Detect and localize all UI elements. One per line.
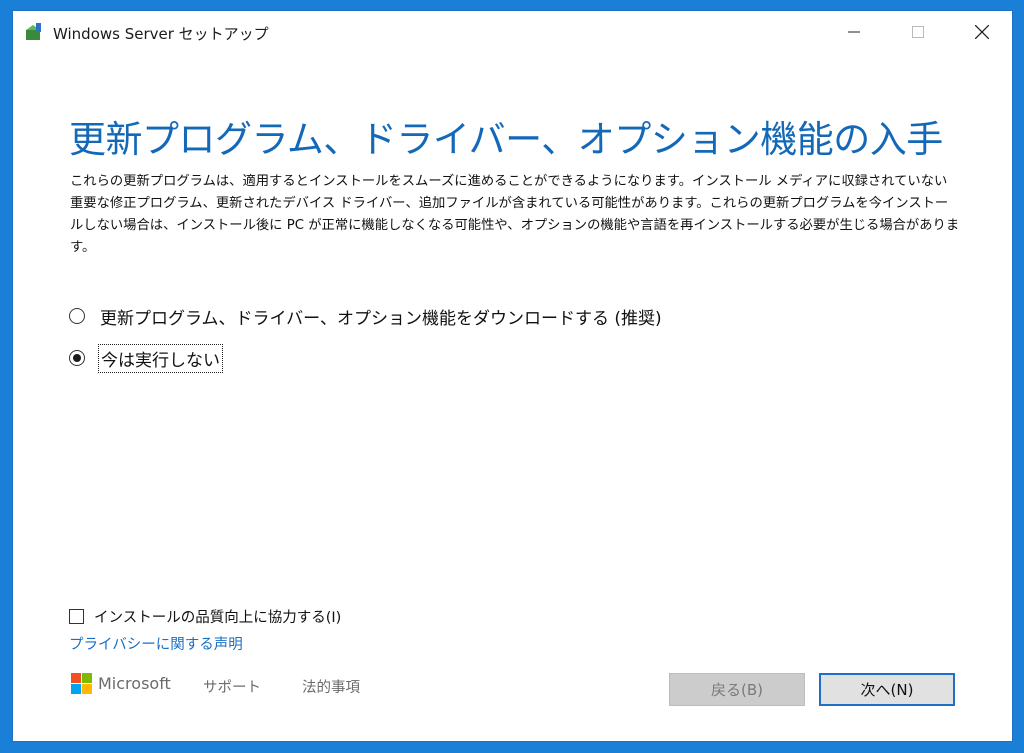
- legal-link[interactable]: 法的事項: [302, 676, 360, 697]
- privacy-statement-link[interactable]: プライバシーに関する声明: [69, 633, 243, 654]
- minimize-button[interactable]: [825, 11, 883, 53]
- next-button[interactable]: 次へ(N): [819, 673, 955, 706]
- improve-checkbox[interactable]: [69, 609, 84, 624]
- option-skip-label: 今は実行しない: [98, 343, 223, 373]
- option-download-label: 更新プログラム、ドライバー、オプション機能をダウンロードする (推奨): [100, 308, 662, 329]
- microsoft-logo-icon: [71, 673, 92, 694]
- setup-box-icon: [26, 23, 41, 40]
- support-link[interactable]: サポート: [203, 676, 261, 697]
- microsoft-wordmark: Microsoft: [98, 674, 171, 693]
- window-title: Windows Server セットアップ: [53, 25, 269, 43]
- radio-download-updates[interactable]: [69, 308, 85, 324]
- microsoft-logo: Microsoft: [71, 673, 171, 694]
- close-button[interactable]: [953, 11, 1011, 53]
- maximize-icon: [912, 26, 924, 38]
- title-bar[interactable]: Windows Server セットアップ: [13, 11, 1012, 53]
- radio-skip-updates[interactable]: [69, 350, 85, 366]
- close-icon: [975, 25, 989, 39]
- minimize-icon: [848, 31, 860, 33]
- option-download-updates[interactable]: 更新プログラム、ドライバー、オプション機能をダウンロードする (推奨): [69, 303, 664, 329]
- improve-setup-option[interactable]: インストールの品質向上に協力する(I): [69, 606, 341, 627]
- page-title: 更新プログラム、ドライバー、オプション機能の入手: [69, 118, 943, 161]
- setup-window: Windows Server セットアップ 更新プログラム、ドライバー、オプショ…: [12, 10, 1013, 742]
- maximize-button[interactable]: [889, 11, 947, 53]
- option-skip-updates[interactable]: 今は実行しない: [69, 343, 223, 373]
- back-button[interactable]: 戻る(B): [669, 673, 805, 706]
- page-description: これらの更新プログラムは、適用するとインストールをスムーズに進めることができるよ…: [70, 174, 960, 255]
- improve-label: インストールの品質向上に協力する(I): [94, 610, 342, 626]
